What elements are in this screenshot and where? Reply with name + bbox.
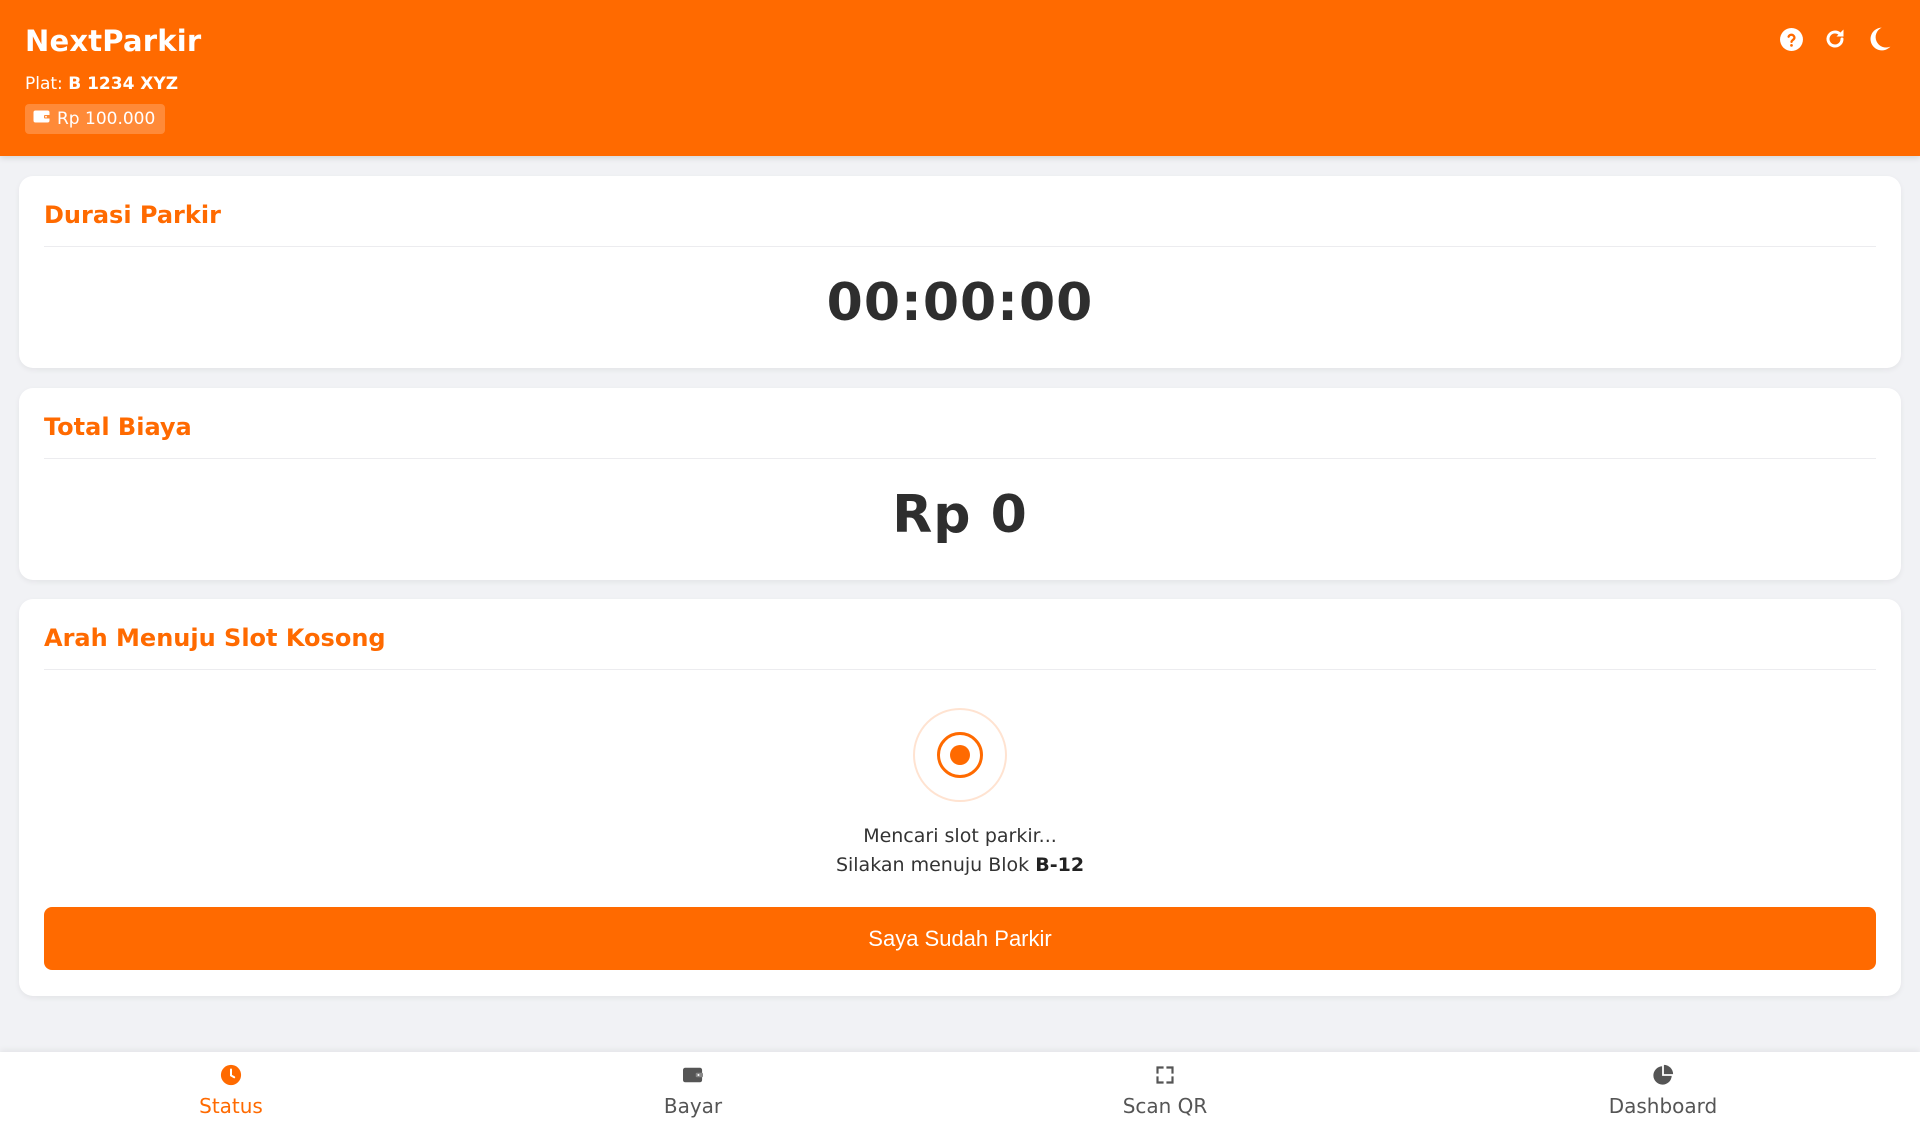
cost-title: Total Biaya: [44, 413, 192, 441]
pie-chart-icon: [1650, 1062, 1676, 1088]
already-parked-button[interactable]: Saya Sudah Parkir: [44, 907, 1876, 970]
divider: [44, 246, 1876, 247]
divider: [44, 669, 1876, 670]
nav-label: Scan QR: [1122, 1094, 1208, 1118]
refresh-icon[interactable]: [1822, 26, 1848, 52]
nav-item-bayar[interactable]: Bayar: [593, 1062, 793, 1118]
dark-mode-icon[interactable]: [1866, 26, 1892, 52]
searching-text: Mencari slot parkir...: [863, 825, 1057, 847]
nav-item-dashboard[interactable]: Dashboard: [1563, 1062, 1763, 1118]
instruction-text: Silakan menuju Blok B-12: [19, 854, 1901, 876]
plate-label: Plat:: [25, 74, 63, 94]
instruction-prefix: Silakan menuju Blok: [835, 854, 1030, 876]
wallet-icon: [33, 109, 51, 129]
app-header: NextParkir Plat: B 1234 XYZ Rp 100.000: [0, 0, 1920, 156]
duration-title: Durasi Parkir: [44, 201, 221, 229]
direction-title: Arah Menuju Slot Kosong: [44, 624, 386, 652]
cost-card: Total Biaya Rp 0: [19, 388, 1901, 580]
direction-card: Arah Menuju Slot Kosong Mencari slot par…: [19, 599, 1901, 996]
clock-icon: [218, 1062, 244, 1088]
wallet-icon: [680, 1062, 706, 1088]
scan-icon: [1152, 1062, 1178, 1088]
nav-label: Bayar: [663, 1094, 723, 1118]
radar-icon: [913, 708, 1007, 802]
app-root: NextParkir Plat: B 1234 XYZ Rp 100.000 D…: [0, 0, 1920, 1133]
header-actions: [1778, 26, 1892, 52]
divider: [44, 458, 1876, 459]
plate-number: B 1234 XYZ: [68, 74, 179, 94]
help-icon[interactable]: [1778, 26, 1804, 52]
plate-info: Plat: B 1234 XYZ: [25, 74, 178, 94]
app-title: NextParkir: [25, 24, 202, 58]
nav-label: Dashboard: [1608, 1094, 1718, 1118]
balance-badge: Rp 100.000: [25, 104, 166, 134]
bottom-nav: Status Bayar Scan QR Dashboard: [0, 1052, 1920, 1133]
nav-label: Status: [199, 1094, 263, 1118]
balance-value: Rp 100.000: [57, 109, 156, 129]
nav-item-scan-qr[interactable]: Scan QR: [1065, 1062, 1265, 1118]
nav-item-status[interactable]: Status: [131, 1062, 331, 1118]
target-block: B-12: [1035, 854, 1085, 876]
duration-value: 00:00:00: [826, 273, 1094, 333]
duration-card: Durasi Parkir 00:00:00: [19, 176, 1901, 368]
cost-value: Rp 0: [892, 485, 1028, 545]
